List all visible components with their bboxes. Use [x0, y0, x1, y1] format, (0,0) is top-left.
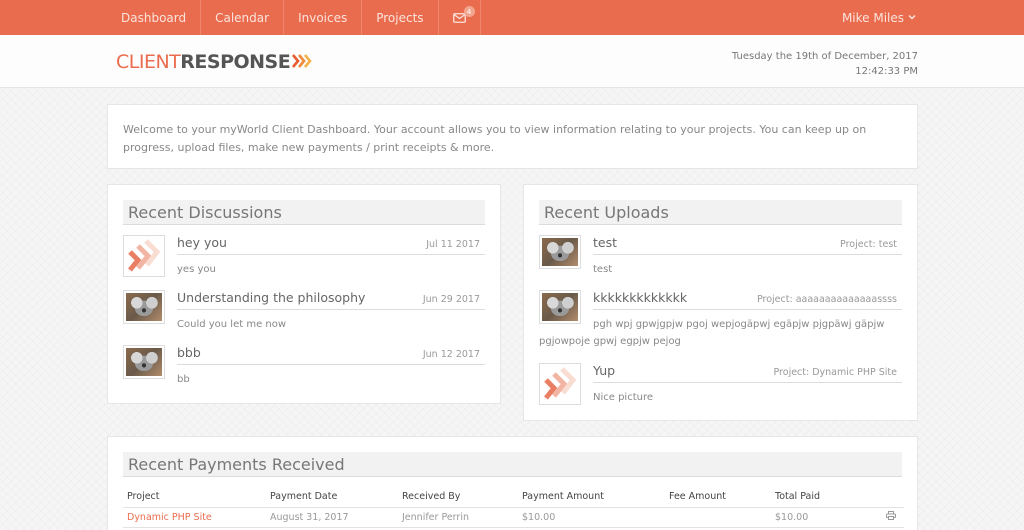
discussion-item[interactable]: bbb Jun 12 2017 bb — [123, 345, 485, 390]
nav-messages[interactable]: 4 — [439, 0, 481, 35]
logo[interactable]: CLIENT RESPONSE — [116, 51, 314, 73]
upload-item[interactable]: kkkkkkkkkkkkk Project: aaaaaaaaaaaaaasss… — [539, 290, 902, 350]
col-total-paid: Total Paid — [771, 487, 871, 508]
print-icon — [886, 511, 896, 520]
upload-title[interactable]: test — [593, 235, 617, 250]
discussion-body: yes you — [177, 264, 216, 275]
upload-title[interactable]: kkkkkkkkkkkkk — [593, 290, 687, 305]
payment-amount: $10.00 — [518, 507, 665, 528]
payment-received-by: Jennifer Perrin — [398, 507, 518, 528]
upload-body: test — [593, 264, 613, 275]
nav-dashboard[interactable]: Dashboard — [107, 0, 202, 35]
welcome-text: Welcome to your myWorld Client Dashboard… — [123, 123, 867, 154]
col-project: Project — [123, 487, 266, 508]
recent-discussions-panel: Recent Discussions hey you Jul 11 2017 y… — [107, 184, 501, 404]
discussion-body: Could you let me now — [177, 319, 287, 330]
discussion-item[interactable]: Understanding the philosophy Jun 29 2017… — [123, 290, 485, 335]
nav-invoices[interactable]: Invoices — [284, 0, 363, 35]
page-header: CLIENT RESPONSE Tuesday the 19th of Decem… — [0, 35, 1024, 88]
nav-calendar[interactable]: Calendar — [201, 0, 285, 35]
upload-body: pgh wpj gpwjgpjw pgoj wepjogäpwj egäpjw … — [539, 319, 885, 347]
koala-avatar — [123, 290, 165, 324]
payment-date: August 31, 2017 — [266, 507, 398, 528]
col-payment-date: Payment Date — [266, 487, 398, 508]
payment-project-link[interactable]: Dynamic PHP Site — [123, 507, 266, 528]
discussion-title[interactable]: bbb — [177, 345, 201, 360]
panel-title: Recent Discussions — [123, 200, 485, 225]
logo-avatar — [539, 363, 581, 405]
table-header-row: Project Payment Date Received By Payment… — [123, 487, 904, 508]
discussion-body: bb — [177, 374, 190, 385]
payments-table: Project Payment Date Received By Payment… — [123, 487, 904, 528]
panel-title: Recent Uploads — [539, 200, 902, 225]
discussion-date: Jun 29 2017 — [422, 294, 480, 305]
print-receipt-button[interactable] — [871, 507, 904, 528]
koala-avatar — [123, 345, 165, 379]
logo-response: RESPONSE — [180, 51, 291, 73]
item-header: Yup Project: Dynamic PHP Site — [593, 363, 902, 383]
col-actions — [871, 487, 904, 508]
upload-project: Project: Dynamic PHP Site — [773, 367, 898, 378]
upload-project: Project: aaaaaaaaaaaaaassss — [756, 294, 897, 305]
current-datetime: Tuesday the 19th of December, 2017 12:42… — [732, 49, 918, 79]
unread-badge: 4 — [463, 6, 475, 17]
item-header: bbb Jun 12 2017 — [177, 345, 485, 365]
envelope-icon — [452, 12, 466, 23]
nav-projects[interactable]: Projects — [362, 0, 439, 35]
welcome-panel: Welcome to your myWorld Client Dashboard… — [107, 104, 918, 169]
logo-client: CLIENT — [116, 51, 181, 73]
top-navbar: Dashboard Calendar Invoices Projects 4 M… — [0, 0, 1024, 35]
current-date: Tuesday the 19th of December, 2017 — [731, 51, 918, 62]
col-fee-amount: Fee Amount — [665, 487, 771, 508]
upload-item[interactable]: test Project: test test — [539, 235, 902, 280]
logo-avatar — [123, 235, 165, 277]
item-header: Understanding the philosophy Jun 29 2017 — [177, 290, 485, 310]
col-payment-amount: Payment Amount — [518, 487, 665, 508]
recent-uploads-panel: Recent Uploads test Project: test test k… — [523, 184, 918, 421]
col-received-by: Received By — [398, 487, 518, 508]
discussion-date: Jun 12 2017 — [422, 349, 480, 360]
user-menu[interactable]: Mike Miles — [842, 0, 916, 35]
item-header: test Project: test — [593, 235, 902, 255]
discussion-item[interactable]: hey you Jul 11 2017 yes you — [123, 235, 485, 280]
user-name: Mike Miles — [841, 10, 904, 25]
chevron-down-icon — [908, 13, 916, 23]
payment-fee — [665, 507, 771, 528]
payment-total: $10.00 — [771, 507, 871, 528]
upload-title[interactable]: Yup — [593, 363, 615, 378]
current-time: 12:42:33 PM — [855, 66, 918, 77]
item-header: hey you Jul 11 2017 — [177, 235, 485, 255]
upload-item[interactable]: Yup Project: Dynamic PHP Site Nice pictu… — [539, 363, 902, 408]
discussion-title[interactable]: Understanding the philosophy — [177, 290, 365, 305]
discussion-date: Jul 11 2017 — [426, 239, 480, 250]
discussion-title[interactable]: hey you — [177, 235, 227, 250]
upload-body: Nice picture — [593, 392, 654, 403]
triple-chevron-icon — [292, 51, 314, 73]
koala-avatar — [539, 235, 581, 269]
recent-payments-panel: Recent Payments Received Project Payment… — [107, 436, 918, 530]
table-row: Dynamic PHP Site August 31, 2017 Jennife… — [123, 507, 904, 528]
nav-menu: Dashboard Calendar Invoices Projects 4 — [107, 0, 481, 35]
panel-title: Recent Payments Received — [123, 452, 902, 477]
upload-project: Project: test — [840, 239, 897, 250]
item-header: kkkkkkkkkkkkk Project: aaaaaaaaaaaaaasss… — [593, 290, 902, 310]
